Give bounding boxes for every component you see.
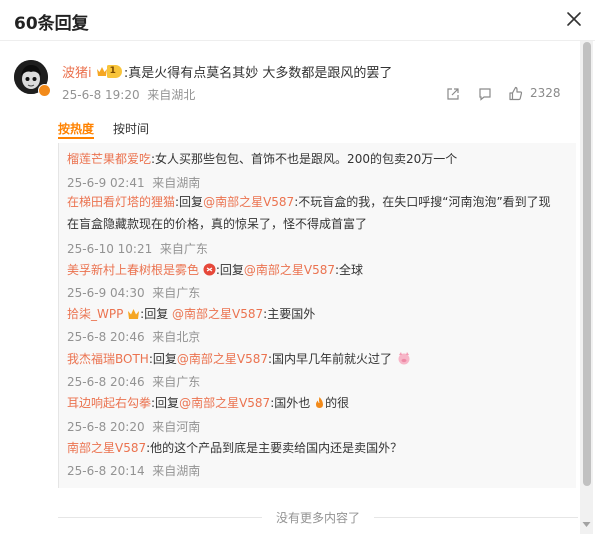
divider [58,517,262,518]
reply-item: 南部之星V587:他的这个产品到底是主要卖给国内还是卖国外？ [67,437,557,459]
share-icon[interactable] [446,87,460,101]
reply-meta: 25-6-8 20:20 来自河南 [67,420,201,434]
divider [374,517,579,518]
main-comment-time: 25-6-8 19:20 [62,88,140,102]
reply-text: :他的这个产品到底是主要卖给国内还是卖国外？ [146,441,403,455]
avatar[interactable] [14,60,51,97]
weibo-badge-icon [203,263,216,276]
reply-username[interactable]: 拾柒_WPP [67,307,123,321]
crown-icon [128,309,140,319]
reply-mention[interactable]: @南部之星V587 [244,263,335,277]
close-icon[interactable] [565,10,583,28]
reply-username[interactable]: 在梯田看灯塔的狸猫 [67,195,175,209]
scrollbar-thumb[interactable] [583,42,591,486]
reply-text: :主要国外 [263,307,316,321]
reply-text: :国外也 [270,396,311,410]
reply-text-suffix: 的很 [325,396,350,410]
reply-item: 榴莲芒果都爱吃:女人买那些包包、首饰不也是跟风。200的包卖20万一个 [67,148,557,170]
reply-item: 美孚新村上春树根是雾色 :回复@南部之星V587:全球 [67,263,364,277]
main-comment-location: 来自湖北 [147,88,196,102]
reply-mention[interactable]: @南部之星V587 [172,307,263,321]
main-comment: 波猪i 1 :真是火得有点莫名其妙 大多数都是跟风的罢了 [62,62,392,81]
reply-item: 我杰福瑞BOTH:回复@南部之星V587:国内早几年前就火过了 [67,348,557,370]
level-number: 1 [106,65,122,78]
fire-emoji-icon [316,397,324,408]
reply-meta: 25-6-10 10:21 来自广东 [67,242,208,256]
reply-mention[interactable]: @南部之星V587 [177,352,268,366]
reply-item: 在梯田看灯塔的狸猫:回复@南部之星V587:不玩盲盒的我，在失口呼搜“河南泡泡”… [67,195,551,231]
main-comment-text: :真是火得有点莫名其妙 大多数都是跟风的罢了 [123,66,393,81]
reply-meta: 25-6-9 02:41 来自湖南 [67,176,201,190]
reply-meta: 25-6-8 20:46 来自广东 [67,375,201,389]
tab-active-underline [58,137,94,139]
reply-mention[interactable]: @南部之星V587 [179,396,270,410]
reply-meta: 25-6-8 20:14 来自湖南 [67,464,201,478]
pig-emoji-icon [398,352,410,365]
reply-text: :国内早几年前就火过了 [268,352,393,366]
main-comment-meta: 25-6-8 19:20 来自湖北 [62,86,195,103]
dialog-header: 60条回复 [0,0,595,41]
verified-badge-icon [38,84,51,97]
reply-username[interactable]: 南部之星V587 [67,441,146,455]
reply-meta: 25-6-8 20:46 来自北京 [67,330,201,344]
tab-by-time[interactable]: 按时间 [113,120,149,137]
reply-username[interactable]: 我杰福瑞BOTH [67,352,149,366]
no-more-content: 没有更多内容了 [58,509,579,526]
reply-username[interactable]: 美孚新村上春树根是雾色 [67,263,199,277]
dialog-title: 60条回复 [14,14,89,34]
level-badge: 1 [96,65,122,79]
crown-icon [96,67,107,76]
reply-username[interactable]: 耳边响起右勾拳 [67,396,151,410]
reply-item: 耳边响起右勾拳:回复@南部之星V587:国外也 的很 [67,396,350,410]
reply-meta: 25-6-9 04:30 来自广东 [67,286,201,300]
reply-item: 拾柒_WPP :回复 @南部之星V587:主要国外 [67,307,316,321]
comment-icon[interactable] [478,87,492,101]
reply-text: :全球 [335,263,364,277]
main-username[interactable]: 波猪i [62,62,92,81]
like-icon[interactable] [508,86,523,101]
reply-text: :女人买那些包包、首饰不也是跟风。200的包卖20万一个 [151,152,458,166]
reply-mention[interactable]: @南部之星V587 [203,195,294,209]
no-more-text: 没有更多内容了 [276,511,361,525]
scroll-down-arrow-icon[interactable] [582,521,591,528]
reply-username[interactable]: 榴莲芒果都爱吃 [67,152,151,166]
like-count: 2328 [530,86,561,100]
tab-by-heat[interactable]: 按热度 [58,120,94,139]
